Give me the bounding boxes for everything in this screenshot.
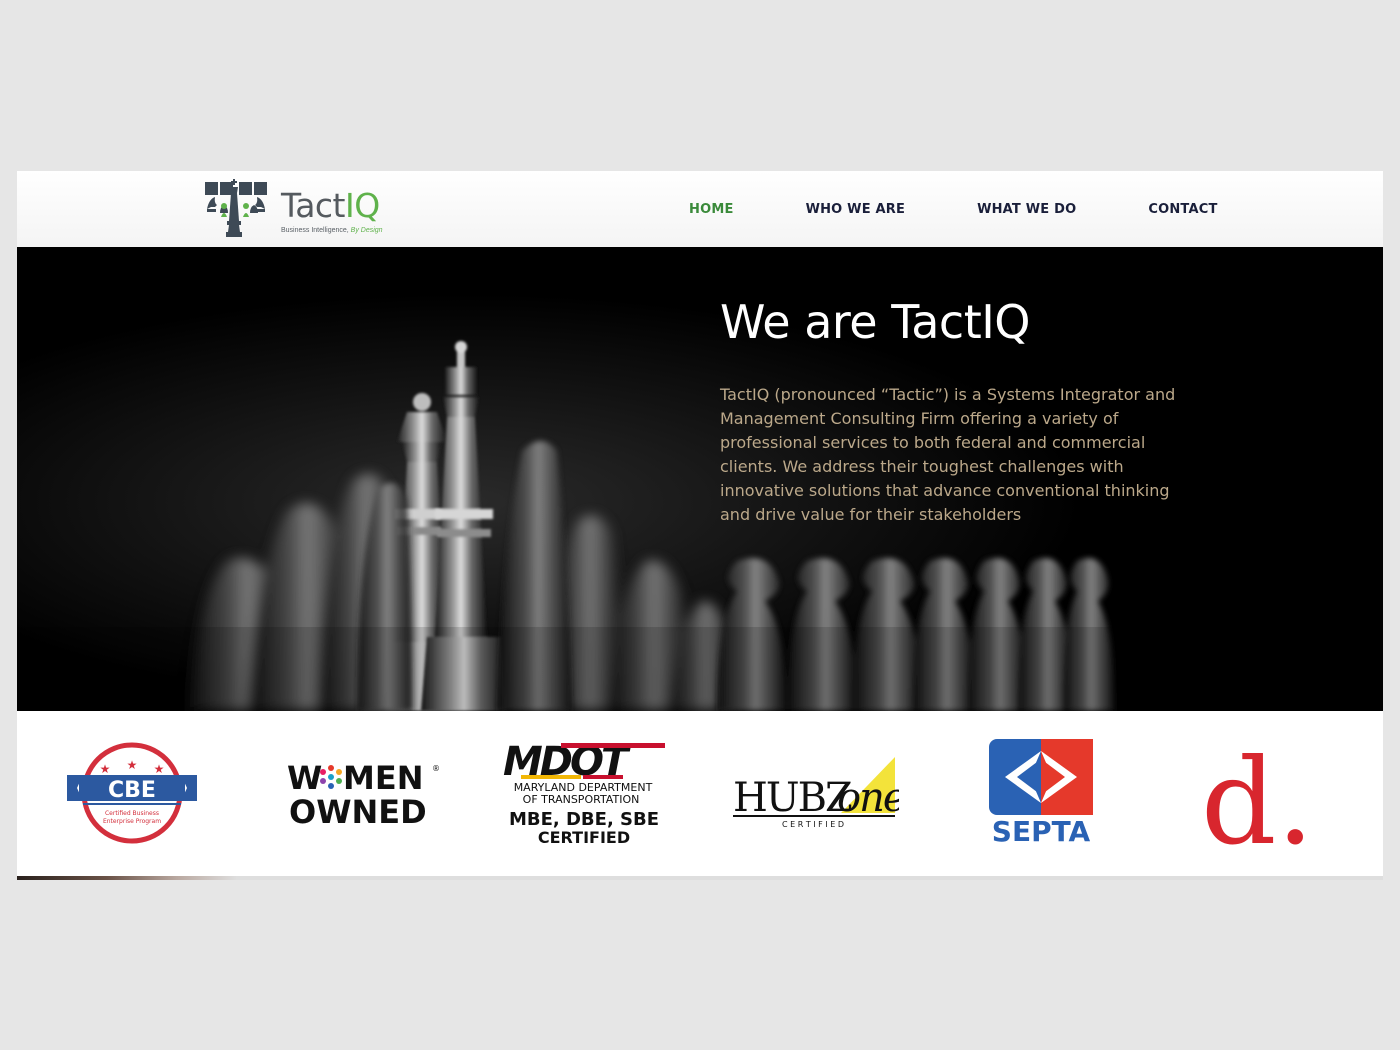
- main-nav: HOME WHO WE ARE WHAT WE DO CONTACT: [669, 171, 1218, 247]
- logo-tagline-design: By Design: [350, 227, 383, 234]
- nav-who-we-are[interactable]: WHO WE ARE: [806, 202, 906, 217]
- d-letter: d.: [1201, 733, 1314, 851]
- logo-tagline: Business Intelligence, By Design: [281, 227, 383, 234]
- tactiq-logo[interactable]: TactIQ Business Intelligence, By Design: [203, 179, 393, 239]
- bottom-divider: [17, 876, 1383, 880]
- hubzone-logo: HUBZ one C E R T I F I E D: [733, 757, 899, 829]
- svg-text:★: ★: [154, 762, 165, 776]
- registered-mark: ®: [432, 764, 440, 773]
- hero-section: We are TactIQ TactIQ (pronounced “Tactic…: [17, 247, 1383, 711]
- hero-title: We are TactIQ: [720, 295, 1031, 349]
- cbe-subtext-2: Enterprise Program: [103, 818, 161, 825]
- hubzone-text-hubz: HUBZ: [733, 775, 852, 821]
- women-text-w: W: [287, 759, 322, 797]
- site-header: TactIQ Business Intelligence, By Design …: [17, 171, 1383, 248]
- nav-home[interactable]: HOME: [689, 202, 734, 217]
- cbe-subtext-1: Certified Business: [105, 810, 159, 817]
- cbe-logo: ★ ★ ★ CBE Certified Business Enterprise …: [67, 742, 197, 844]
- logo-word-tact: Tact: [281, 186, 346, 225]
- svg-text:★: ★: [100, 762, 111, 776]
- nav-what-we-do[interactable]: WHAT WE DO: [977, 202, 1076, 217]
- owned-text: OWNED: [289, 793, 427, 829]
- logo-wordmark: TactIQ: [281, 189, 380, 222]
- cbe-text: CBE: [108, 778, 156, 803]
- septa-logo: SEPTA: [989, 739, 1093, 848]
- certifications-strip: ★ ★ ★ CBE Certified Business Enterprise …: [17, 711, 1383, 876]
- mdot-line4: CERTIFIED: [538, 828, 630, 847]
- mdot-line3: MBE, DBE, SBE: [509, 809, 659, 830]
- d-logo: d.: [1201, 733, 1314, 851]
- hubzone-subtext: C E R T I F I E D: [782, 820, 844, 829]
- hubzone-text-one: one: [837, 775, 899, 821]
- svg-text:★: ★: [127, 758, 138, 772]
- septa-text: SEPTA: [992, 815, 1091, 848]
- site-frame: TactIQ Business Intelligence, By Design …: [17, 171, 1383, 880]
- mdot-line2: OF TRANSPORTATION: [523, 793, 640, 806]
- women-owned-logo: W MEN ® OWNED: [287, 759, 440, 829]
- flower-icon: [320, 765, 342, 789]
- nav-contact[interactable]: CONTACT: [1148, 202, 1217, 217]
- logo-tagline-main: Business Intelligence,: [281, 227, 351, 234]
- women-text-men: MEN: [343, 759, 423, 797]
- hero-description: TactIQ (pronounced “Tactic”) is a System…: [720, 385, 1176, 524]
- logo-word-iq: IQ: [345, 186, 380, 225]
- mdot-logo: MDOT MARYLAND DEPARTMENT OF TRANSPORTATI…: [503, 739, 665, 847]
- chess-pieces-logo-icon: [205, 179, 267, 237]
